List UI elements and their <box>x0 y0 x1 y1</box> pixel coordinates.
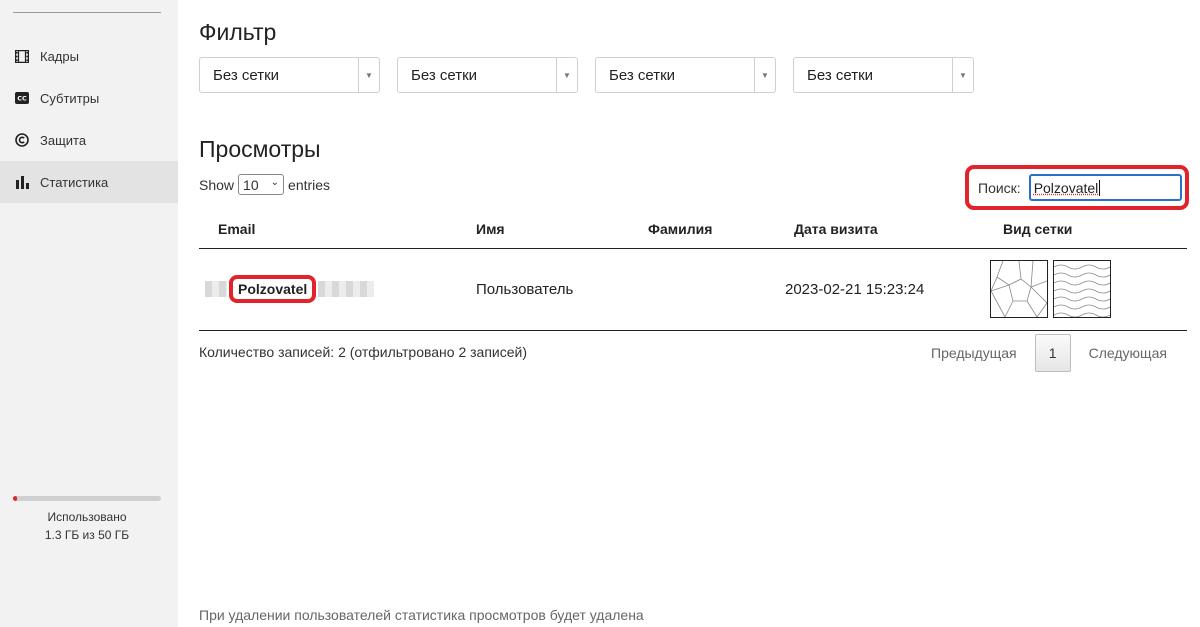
sidebar-item-frames[interactable]: Кадры <box>0 35 178 77</box>
sidebar-item-label: Субтитры <box>40 90 100 106</box>
film-icon <box>15 49 29 63</box>
sidebar-item-subtitles[interactable]: CC Субтитры <box>0 77 178 119</box>
entries-length-select[interactable]: 10 ⌄ <box>238 174 285 195</box>
sidebar-item-label: Защита <box>40 132 87 148</box>
caret-down-icon: ▼ <box>952 58 973 92</box>
storage-usage-fill <box>13 496 18 501</box>
sidebar-item-protection[interactable]: Защита <box>0 119 178 161</box>
grid-filter-select-1[interactable]: Без сетки ▼ <box>199 57 380 93</box>
search-label: Поиск: <box>978 179 1021 196</box>
grid-filter-select-2[interactable]: Без сетки ▼ <box>397 57 578 93</box>
caret-down-icon: ▼ <box>754 58 775 92</box>
sidebar-nav: Кадры CC Субтитры Защита Статистика <box>0 35 178 203</box>
svg-text:CC: CC <box>17 95 27 103</box>
copyright-icon <box>15 133 29 147</box>
entries-label: entries <box>288 176 331 193</box>
caret-down-icon: ▼ <box>556 58 577 92</box>
filter-selects: Без сетки ▼ Без сетки ▼ Без сетки ▼ Без сет… <box>199 57 974 93</box>
sidebar-divider <box>13 12 161 13</box>
sidebar: Кадры CC Субтитры Защита Статистика Испо… <box>0 0 178 627</box>
bar-chart-icon <box>15 175 29 189</box>
cc-icon: CC <box>15 91 29 105</box>
table-header-row: Email Имя Фамилия Дата визита Вид сетки <box>199 210 1187 249</box>
cell-surname <box>648 248 785 331</box>
chevron-down-icon: ⌄ <box>270 177 280 188</box>
views-table: Email Имя Фамилия Дата визита Вид сетки … <box>199 210 1187 331</box>
search-input[interactable]: Polzovatel <box>1028 174 1182 201</box>
footer-note: При удалении пользователей статистика пр… <box>199 607 644 623</box>
storage-usage-bar <box>13 496 161 501</box>
cell-name: Пользователь <box>476 248 648 331</box>
storage-usage: Использовано 1.3 ГБ из 50 ГБ <box>13 496 161 544</box>
search-highlight: Поиск: Polzovatel <box>965 165 1189 210</box>
cell-grid-type <box>990 248 1187 331</box>
voronoi-grid-icon <box>990 260 1048 318</box>
grid-filter-select-3[interactable]: Без сетки ▼ <box>595 57 776 93</box>
main-content: Фильтр Без сетки ▼ Без сетки ▼ Без сетки ▼ … <box>199 0 1189 627</box>
select-value: Без сетки <box>213 66 280 84</box>
wave-grid-icon <box>1053 260 1111 318</box>
select-value: Без сетки <box>609 66 676 84</box>
select-value: Без сетки <box>807 66 874 84</box>
cell-email: Polzovatel <box>199 248 476 331</box>
storage-usage-label: Использовано <box>47 510 127 524</box>
previous-page-button[interactable]: Предыдущая <box>931 345 1017 361</box>
entries-length-control: Show 10 ⌄ entries <box>199 174 330 195</box>
filter-title: Фильтр <box>199 19 277 45</box>
redacted-text <box>205 281 227 297</box>
select-value: Без сетки <box>411 66 478 84</box>
show-label: Show <box>199 176 235 193</box>
storage-usage-value: 1.3 ГБ из 50 ГБ <box>44 528 130 542</box>
sidebar-item-label: Кадры <box>40 48 79 64</box>
grid-filter-select-4[interactable]: Без сетки ▼ <box>793 57 974 93</box>
text-caret <box>1099 179 1101 196</box>
pagination: Предыдущая 1 Следующая <box>931 334 1167 372</box>
next-page-button[interactable]: Следующая <box>1089 345 1167 361</box>
search-input-value: Polzovatel <box>1033 179 1099 196</box>
table-row: Polzovatel Пользователь 2023-02-21 15:23… <box>199 248 1187 331</box>
caret-down-icon: ▼ <box>358 58 379 92</box>
email-highlight: Polzovatel <box>229 275 317 303</box>
page-1-button[interactable]: 1 <box>1034 334 1071 372</box>
column-header-name[interactable]: Имя <box>476 210 648 249</box>
column-header-email[interactable]: Email <box>199 210 476 249</box>
views-title: Просмотры <box>199 136 321 162</box>
sidebar-item-label: Статистика <box>40 174 109 190</box>
column-header-surname[interactable]: Фамилия <box>648 210 785 249</box>
table-info: Количество записей: 2 (отфильтровано 2 з… <box>199 344 528 360</box>
column-header-grid-type[interactable]: Вид сетки <box>990 210 1187 249</box>
sidebar-item-statistics[interactable]: Статистика <box>0 161 178 203</box>
cell-visit-date: 2023-02-21 15:23:24 <box>785 248 990 331</box>
redacted-text <box>318 281 375 297</box>
select-value: 10 <box>243 176 259 193</box>
column-header-visit-date[interactable]: Дата визита <box>785 210 990 249</box>
